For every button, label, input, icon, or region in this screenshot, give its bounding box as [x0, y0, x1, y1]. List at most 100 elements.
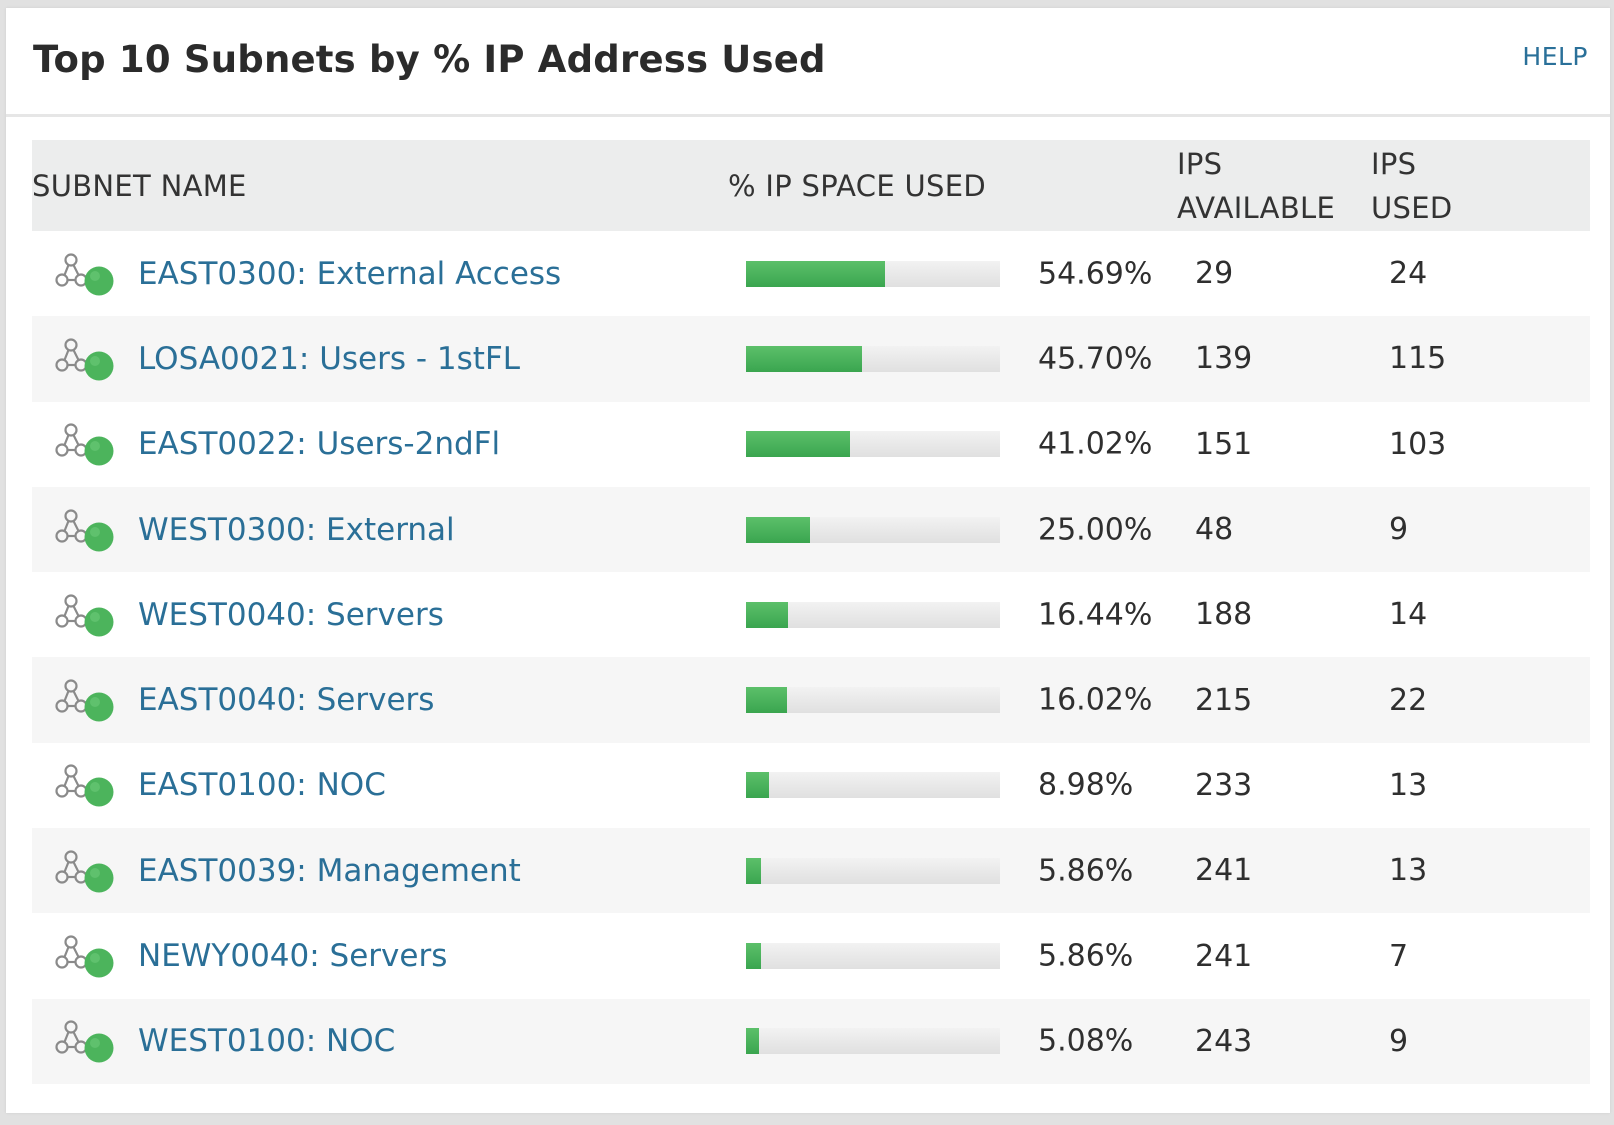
- subnet-status-up-icon: [55, 508, 114, 552]
- usage-bar: [746, 772, 1000, 799]
- usage-bar-fill: [746, 687, 787, 714]
- column-header-label-line: IPS: [1371, 146, 1417, 181]
- pct-used-value: 5.08%: [1038, 1023, 1134, 1059]
- subnet-name-cell: WEST0100: NOC: [32, 999, 728, 1084]
- ips-available-value: 188: [1195, 597, 1253, 633]
- subnet-name-cell: WEST0040: Servers: [32, 572, 728, 657]
- pct-used-cell: 16.02%: [728, 657, 1173, 742]
- subnet-status-up-icon: [55, 935, 114, 978]
- usage-bar: [746, 431, 1000, 458]
- table-row: LOSA0021: Users - 1stFL 45.70% 139 115: [32, 316, 1590, 402]
- pct-used-cell: 5.86%: [728, 913, 1173, 998]
- subnet-status-up-icon: [55, 423, 114, 466]
- usage-bar-fill: [746, 857, 761, 884]
- table-row: NEWY0040: Servers 5.86% 241 7: [32, 913, 1590, 998]
- table-row: WEST0040: Servers 16.44% 188 14: [32, 572, 1590, 657]
- ips-available-value: 241: [1195, 853, 1253, 889]
- subnet-status-up-icon: [55, 679, 114, 722]
- ips-available-value: 29: [1195, 256, 1234, 292]
- usage-bar-fill: [746, 516, 810, 543]
- ips-available-value: 151: [1195, 426, 1253, 462]
- column-header-ips-available[interactable]: IPS AVAILABLE: [1173, 140, 1367, 231]
- subnet-link[interactable]: NEWY0040: Servers: [138, 938, 447, 974]
- usage-bar-fill: [746, 431, 851, 458]
- ips-used-value: 115: [1389, 341, 1447, 377]
- subnet-status-up-icon: [55, 253, 114, 296]
- pct-used-value: 16.02%: [1038, 682, 1153, 718]
- pct-used-value: 5.86%: [1038, 938, 1134, 974]
- subnet-name-cell: EAST0100: NOC: [32, 743, 728, 828]
- table-body: EAST0300: External Access 54.69% 29 24 L…: [32, 231, 1590, 1084]
- usage-bar: [746, 260, 1000, 287]
- pct-used-cell: 45.70%: [728, 316, 1173, 401]
- ips-used-value: 14: [1389, 597, 1428, 633]
- usage-bar-fill: [746, 1028, 759, 1055]
- ips-used-value: 9: [1389, 512, 1409, 548]
- usage-bar-fill: [746, 943, 761, 970]
- help-link[interactable]: HELP: [1522, 42, 1588, 71]
- usage-bar-fill: [746, 772, 769, 799]
- column-header-pct-used[interactable]: % IP SPACE USED: [728, 140, 1173, 231]
- table-row: EAST0100: NOC 8.98% 233 13: [32, 743, 1590, 828]
- column-header-label: SUBNET NAME: [32, 168, 247, 203]
- usage-bar: [746, 601, 1000, 628]
- table-row: WEST0100: NOC 5.08% 243 9: [32, 998, 1590, 1084]
- subnet-link[interactable]: LOSA0021: Users - 1stFL: [138, 341, 520, 377]
- pct-used-cell: 16.44%: [728, 572, 1173, 657]
- subnet-name-cell: WEST0300: External: [32, 487, 728, 572]
- column-header-label-line: IPS: [1177, 146, 1223, 181]
- pct-used-cell: 5.08%: [728, 999, 1173, 1084]
- usage-bar: [746, 943, 1000, 970]
- column-header-label-line: USED: [1371, 190, 1453, 225]
- ips-available-value: 233: [1195, 767, 1253, 803]
- subnet-link[interactable]: EAST0040: Servers: [138, 682, 434, 718]
- pct-used-cell: 41.02%: [728, 402, 1173, 487]
- ips-used-value: 103: [1389, 426, 1447, 462]
- column-header-subnet-name[interactable]: SUBNET NAME: [32, 140, 728, 231]
- panel-header: Top 10 Subnets by % IP Address Used HELP: [6, 8, 1610, 117]
- subnet-name-cell: EAST0300: External Access: [32, 231, 728, 316]
- usage-bar: [746, 345, 1000, 372]
- column-header-ips-used[interactable]: IPS USED: [1367, 140, 1590, 231]
- table-row: WEST0300: External 25.00% 48 9: [32, 486, 1590, 573]
- pct-used-value: 5.86%: [1038, 853, 1134, 889]
- pct-used-value: 54.69%: [1038, 256, 1153, 292]
- subnet-status-up-icon: [55, 594, 114, 637]
- subnet-link[interactable]: EAST0022: Users-2ndFl: [138, 426, 500, 462]
- usage-bar: [746, 687, 1000, 714]
- pct-used-cell: 25.00%: [728, 487, 1173, 572]
- ips-available-value: 243: [1195, 1023, 1253, 1059]
- subnet-link[interactable]: WEST0040: Servers: [138, 597, 444, 633]
- ips-available-value: 241: [1195, 938, 1253, 974]
- subnet-link[interactable]: WEST0300: External: [138, 512, 455, 548]
- header-row: SUBNET NAME % IP SPACE USED IPS AVAILABL…: [32, 140, 1590, 231]
- ips-used-value: 24: [1389, 256, 1428, 292]
- pct-used-cell: 5.86%: [728, 828, 1173, 913]
- subnet-status-up-icon: [55, 764, 114, 807]
- ips-used-value: 9: [1389, 1023, 1409, 1059]
- table-header: SUBNET NAME % IP SPACE USED IPS AVAILABL…: [32, 140, 1590, 231]
- ips-used-value: 13: [1389, 853, 1428, 889]
- subnet-status-up-icon: [55, 850, 114, 893]
- subnet-link[interactable]: EAST0039: Management: [138, 853, 521, 889]
- pct-used-value: 25.00%: [1038, 512, 1153, 548]
- subnets-panel: Top 10 Subnets by % IP Address Used HELP…: [6, 8, 1610, 1113]
- usage-bar-fill: [746, 601, 788, 628]
- column-header-label-line: AVAILABLE: [1177, 190, 1336, 225]
- subnet-name-cell: LOSA0021: Users - 1stFL: [32, 316, 728, 401]
- pct-used-value: 8.98%: [1038, 767, 1134, 803]
- subnet-link[interactable]: EAST0100: NOC: [138, 767, 386, 803]
- subnet-name-cell: NEWY0040: Servers: [32, 913, 728, 998]
- ips-available-value: 139: [1195, 341, 1253, 377]
- subnet-link[interactable]: EAST0300: External Access: [138, 256, 561, 292]
- table-row: EAST0040: Servers 16.02% 215 22: [32, 657, 1590, 743]
- subnet-status-up-icon: [55, 338, 114, 381]
- subnet-name-cell: EAST0022: Users-2ndFl: [32, 402, 728, 487]
- panel-title: Top 10 Subnets by % IP Address Used: [33, 38, 826, 81]
- table-row: EAST0039: Management 5.86% 241 13: [32, 828, 1590, 914]
- usage-bar: [746, 1028, 1000, 1055]
- ips-available-value: 215: [1195, 682, 1253, 718]
- subnet-link[interactable]: WEST0100: NOC: [138, 1023, 395, 1059]
- ips-used-value: 22: [1389, 682, 1428, 718]
- pct-used-cell: 8.98%: [728, 743, 1173, 828]
